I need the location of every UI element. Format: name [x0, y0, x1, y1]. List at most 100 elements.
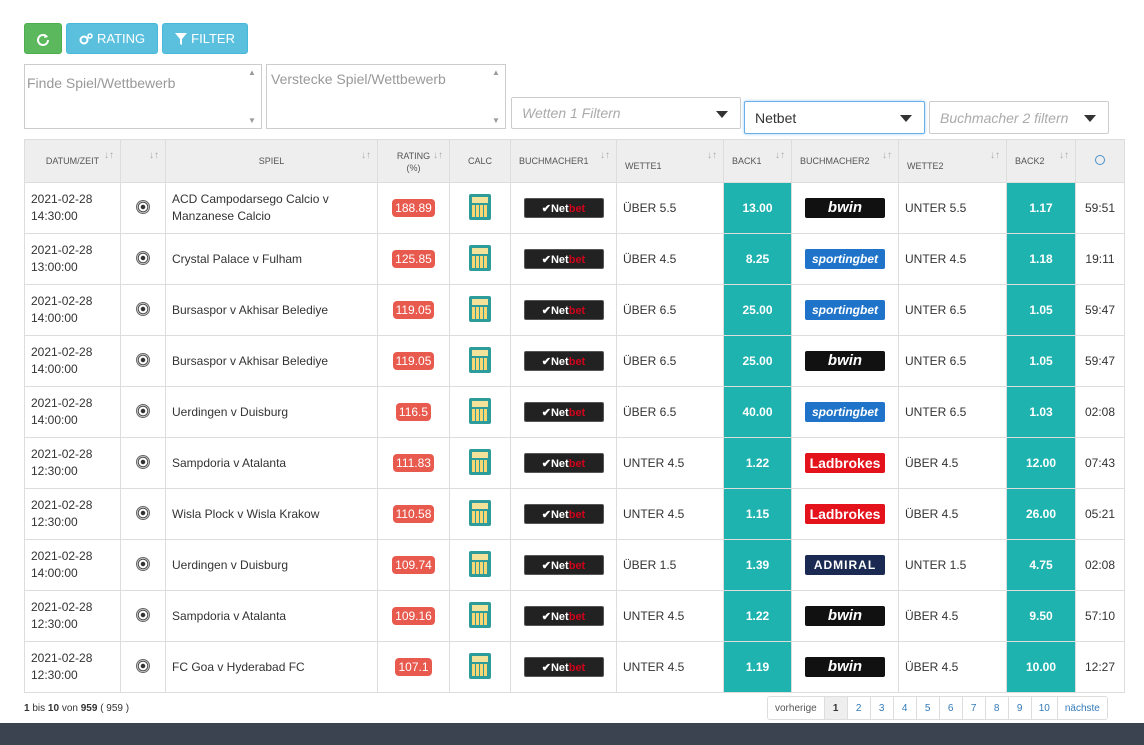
- cell-calc[interactable]: [449, 437, 511, 489]
- col-bet1-header[interactable]: WETTE1 ↓↑: [616, 139, 724, 183]
- pagination-page[interactable]: 9: [1007, 697, 1031, 719]
- cell-back1[interactable]: 1.22: [723, 437, 792, 489]
- cell-back2[interactable]: 1.05: [1006, 335, 1076, 387]
- pagination-page[interactable]: 4: [892, 697, 916, 719]
- cell-calc[interactable]: [449, 335, 511, 387]
- calculator-icon[interactable]: [469, 244, 491, 271]
- cell-back2[interactable]: 12.00: [1006, 437, 1076, 489]
- cell-back2[interactable]: 10.00: [1006, 641, 1076, 693]
- col-date-header[interactable]: DATUM/ZEIT ↓↑: [24, 139, 121, 183]
- cell-back2[interactable]: 9.50: [1006, 590, 1076, 642]
- find-scroll-arrows[interactable]: ▲ ▼: [245, 65, 259, 128]
- cell-back2[interactable]: 4.75: [1006, 539, 1076, 591]
- cell-bookmaker2[interactable]: bwin: [791, 590, 899, 642]
- calculator-icon[interactable]: [469, 550, 491, 577]
- pagination-page[interactable]: 8: [984, 697, 1008, 719]
- cell-game[interactable]: FC Goa v Hyderabad FC: [165, 641, 378, 693]
- cell-game[interactable]: Uerdingen v Duisburg: [165, 539, 378, 591]
- pagination-page[interactable]: 7: [961, 697, 985, 719]
- cell-back1[interactable]: 1.19: [723, 641, 792, 693]
- cell-bookmaker2[interactable]: sportingbet: [791, 386, 899, 438]
- cell-bookmaker1[interactable]: ✔Netbet: [510, 284, 617, 336]
- cell-back1[interactable]: 25.00: [723, 335, 792, 387]
- cell-calc[interactable]: [449, 539, 511, 591]
- calculator-icon[interactable]: [469, 397, 491, 424]
- pagination-prev[interactable]: vorherige: [768, 697, 824, 719]
- cell-game[interactable]: Uerdingen v Duisburg: [165, 386, 378, 438]
- cell-bookmaker2[interactable]: Ladbrokes: [791, 488, 899, 540]
- calculator-icon[interactable]: [469, 448, 491, 475]
- cell-back1[interactable]: 1.15: [723, 488, 792, 540]
- filter-button[interactable]: FILTER: [162, 23, 248, 54]
- pagination-page[interactable]: 5: [915, 697, 939, 719]
- col-bookmaker2-header[interactable]: BUCHMACHER2 ↓↑: [791, 139, 899, 183]
- calculator-icon[interactable]: [469, 193, 491, 220]
- bets-filter-dropdown[interactable]: Wetten 1 Filtern: [511, 97, 741, 129]
- cell-bookmaker2[interactable]: sportingbet: [791, 233, 899, 285]
- pagination-page[interactable]: 6: [938, 697, 962, 719]
- cell-back1[interactable]: 40.00: [723, 386, 792, 438]
- hide-game-select[interactable]: Verstecke Spiel/Wettbewerb ▲ ▼: [266, 64, 506, 129]
- cell-bookmaker2[interactable]: ADMIRAL: [791, 539, 899, 591]
- cell-back1[interactable]: 13.00: [723, 182, 792, 234]
- cell-bookmaker2[interactable]: sportingbet: [791, 284, 899, 336]
- bookmaker2-dropdown[interactable]: Buchmacher 2 filtern: [929, 101, 1109, 134]
- calculator-icon[interactable]: [469, 499, 491, 526]
- rating-button[interactable]: RATING: [66, 23, 159, 54]
- cell-bookmaker1[interactable]: ✔Netbet: [510, 641, 617, 693]
- cell-game[interactable]: Bursaspor v Akhisar Belediye: [165, 284, 378, 336]
- cell-game[interactable]: ACD Campodarsego Calcio v Manzanese Calci…: [165, 182, 378, 234]
- pagination-page[interactable]: 2: [846, 697, 870, 719]
- cell-bookmaker1[interactable]: ✔Netbet: [510, 590, 617, 642]
- col-timer-header[interactable]: [1075, 139, 1125, 183]
- cell-back1[interactable]: 8.25: [723, 233, 792, 285]
- cell-back2[interactable]: 26.00: [1006, 488, 1076, 540]
- cell-game[interactable]: Sampdoria v Atalanta: [165, 590, 378, 642]
- bookmaker1-dropdown[interactable]: Netbet: [744, 101, 925, 134]
- cell-back2[interactable]: 1.18: [1006, 233, 1076, 285]
- cell-bookmaker1[interactable]: ✔Netbet: [510, 386, 617, 438]
- col-game-header[interactable]: SPIEL ↓↑: [165, 139, 378, 183]
- cell-back1[interactable]: 25.00: [723, 284, 792, 336]
- cell-bookmaker2[interactable]: bwin: [791, 182, 899, 234]
- cell-calc[interactable]: [449, 386, 511, 438]
- pagination-page[interactable]: 1: [823, 697, 847, 719]
- cell-game[interactable]: Sampdoria v Atalanta: [165, 437, 378, 489]
- cell-back2[interactable]: 1.17: [1006, 182, 1076, 234]
- cell-game[interactable]: Bursaspor v Akhisar Belediye: [165, 335, 378, 387]
- find-game-select[interactable]: Finde Spiel/Wettbewerb ▲ ▼: [24, 64, 262, 129]
- cell-back2[interactable]: 1.05: [1006, 284, 1076, 336]
- cell-calc[interactable]: [449, 182, 511, 234]
- pagination-page[interactable]: 10: [1030, 697, 1057, 719]
- pagination-page[interactable]: 3: [869, 697, 893, 719]
- cell-calc[interactable]: [449, 590, 511, 642]
- hide-scroll-arrows[interactable]: ▲ ▼: [489, 65, 503, 128]
- cell-bookmaker2[interactable]: Ladbrokes: [791, 437, 899, 489]
- col-back1-header[interactable]: BACK1 ↓↑: [723, 139, 792, 183]
- cell-game[interactable]: Crystal Palace v Fulham: [165, 233, 378, 285]
- col-bet2-header[interactable]: WETTE2 ↓↑: [898, 139, 1007, 183]
- cell-back1[interactable]: 1.22: [723, 590, 792, 642]
- cell-bookmaker1[interactable]: ✔Netbet: [510, 335, 617, 387]
- calculator-icon[interactable]: [469, 652, 491, 679]
- col-bookmaker1-header[interactable]: BUCHMACHER1 ↓↑: [510, 139, 617, 183]
- cell-calc[interactable]: [449, 488, 511, 540]
- cell-back2[interactable]: 1.03: [1006, 386, 1076, 438]
- calculator-icon[interactable]: [469, 601, 491, 628]
- calculator-icon[interactable]: [469, 346, 491, 373]
- cell-bookmaker1[interactable]: ✔Netbet: [510, 233, 617, 285]
- cell-calc[interactable]: [449, 641, 511, 693]
- col-sport-header[interactable]: ↓↑: [120, 139, 166, 183]
- cell-bookmaker2[interactable]: bwin: [791, 641, 899, 693]
- cell-calc[interactable]: [449, 233, 511, 285]
- cell-bookmaker1[interactable]: ✔Netbet: [510, 539, 617, 591]
- pagination-next[interactable]: nächste: [1056, 697, 1107, 719]
- calculator-icon[interactable]: [469, 295, 491, 322]
- cell-bookmaker1[interactable]: ✔Netbet: [510, 182, 617, 234]
- col-rating-header[interactable]: RATING (%) ↓↑: [377, 139, 450, 183]
- cell-bookmaker1[interactable]: ✔Netbet: [510, 437, 617, 489]
- refresh-button[interactable]: [24, 23, 62, 54]
- cell-calc[interactable]: [449, 284, 511, 336]
- cell-bookmaker1[interactable]: ✔Netbet: [510, 488, 617, 540]
- cell-game[interactable]: Wisla Plock v Wisla Krakow: [165, 488, 378, 540]
